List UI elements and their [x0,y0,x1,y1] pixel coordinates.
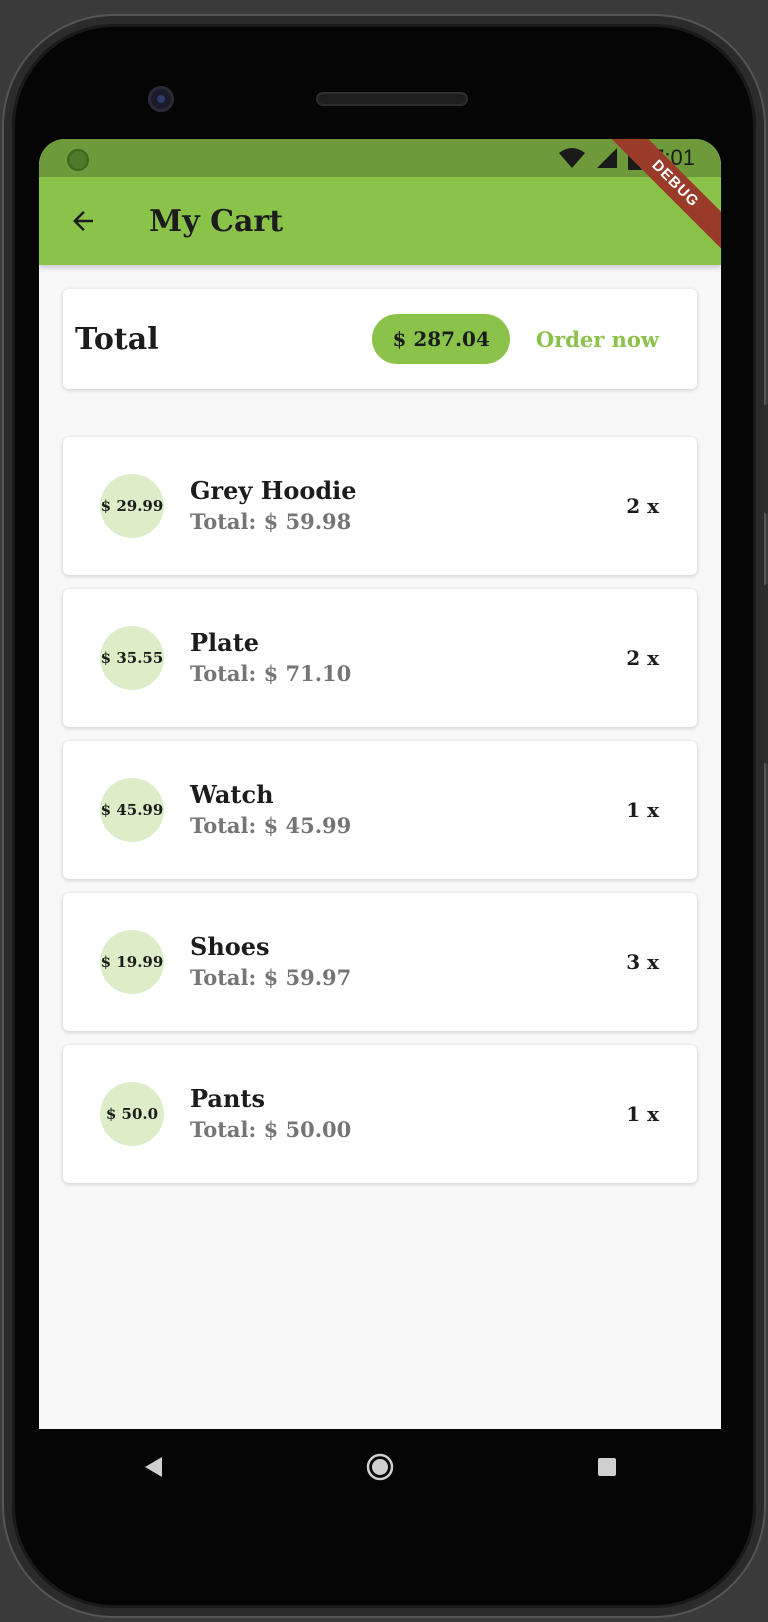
price-avatar: $ 29.99 [100,474,164,538]
item-text: Watch Total: $ 45.99 [190,779,626,841]
item-name: Grey Hoodie [190,476,357,505]
page-title: My Cart [149,203,284,239]
circle-home-icon [366,1453,394,1481]
item-total: Total: $ 50.00 [190,1117,352,1142]
price-avatar: $ 35.55 [100,626,164,690]
system-nav-bar [39,1429,721,1505]
front-camera [148,86,174,112]
cart-item-list: $ 29.99 Grey Hoodie Total: $ 59.98 2 x $… [63,437,697,1197]
cart-item[interactable]: $ 19.99 Shoes Total: $ 59.97 3 x [63,893,697,1031]
item-quantity: 3 x [626,950,659,974]
item-quantity: 1 x [626,1102,659,1126]
item-text: Shoes Total: $ 59.97 [190,931,626,993]
item-name: Watch [190,780,274,809]
signal-icon [597,148,618,168]
cart-item[interactable]: $ 29.99 Grey Hoodie Total: $ 59.98 2 x [63,437,697,575]
price-avatar: $ 19.99 [100,930,164,994]
arrow-back-icon [73,211,93,231]
item-text: Plate Total: $ 71.10 [190,627,626,689]
wifi-icon [559,148,586,168]
nav-back-button[interactable] [123,1437,183,1497]
app-bar: My Cart [39,177,721,265]
square-recents-icon [598,1458,617,1476]
earpiece-speaker [316,92,468,106]
price-avatar: $ 45.99 [100,778,164,842]
item-quantity: 2 x [626,494,659,518]
item-text: Pants Total: $ 50.00 [190,1083,626,1145]
volume-button [764,584,768,764]
side-button [764,404,768,514]
item-total: Total: $ 59.98 [190,509,352,534]
total-card: Total $ 287.04 Order now [63,289,697,389]
item-quantity: 2 x [626,646,659,670]
item-name: Pants [190,1084,265,1113]
item-name: Plate [190,628,260,657]
item-total: Total: $ 45.99 [190,813,352,838]
price-avatar: $ 50.0 [100,1082,164,1146]
item-total: Total: $ 59.97 [190,965,352,990]
order-now-button[interactable]: Order now [536,327,659,352]
cart-item[interactable]: $ 50.0 Pants Total: $ 50.00 1 x [63,1045,697,1183]
nav-home-button[interactable] [350,1437,410,1497]
cart-item[interactable]: $ 45.99 Watch Total: $ 45.99 1 x [63,741,697,879]
item-quantity: 1 x [626,798,659,822]
app-screen: DEBUG 7:01 My Cart Total $ 287.04 Order … [39,139,721,1429]
item-name: Shoes [190,932,270,961]
back-button[interactable] [39,177,127,265]
cart-item[interactable]: $ 35.55 Plate Total: $ 71.10 2 x [63,589,697,727]
item-total: Total: $ 71.10 [190,661,352,686]
item-text: Grey Hoodie Total: $ 59.98 [190,475,626,537]
total-amount-chip: $ 287.04 [372,314,510,364]
nav-recents-button[interactable] [577,1437,637,1497]
total-label: Total [75,321,159,357]
triangle-back-icon [144,1457,162,1477]
notification-dot [67,149,89,171]
